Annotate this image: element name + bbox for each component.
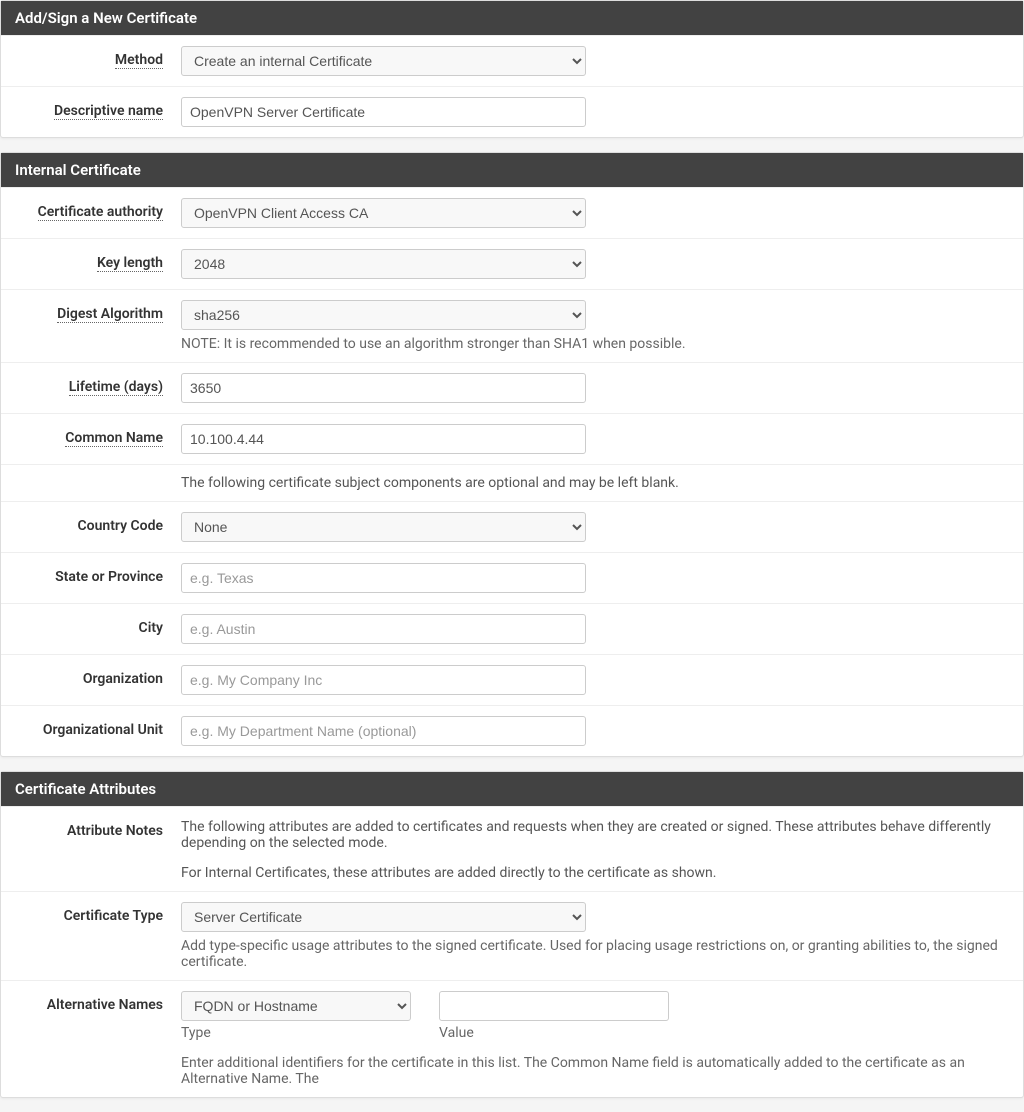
row-optional-intro: The following certificate subject compon…: [1, 464, 1023, 501]
label-ca: Certificate authority: [38, 204, 163, 221]
city-input[interactable]: [181, 614, 586, 644]
panel-cert-attributes: Certificate Attributes Attribute Notes T…: [0, 771, 1024, 1098]
attr-notes-p2: For Internal Certificates, these attribu…: [181, 865, 1009, 881]
altnames-help: Enter additional identifiers for the cer…: [181, 1055, 1009, 1087]
panel-header-add-sign: Add/Sign a New Certificate: [1, 1, 1023, 35]
row-country: Country Code None: [1, 501, 1023, 552]
org-input[interactable]: [181, 665, 586, 695]
row-city: City: [1, 603, 1023, 654]
row-lifetime: Lifetime (days): [1, 362, 1023, 413]
digest-select[interactable]: sha256: [181, 300, 586, 330]
keylen-select[interactable]: 2048: [181, 249, 586, 279]
altnames-value-item: Value: [439, 991, 669, 1041]
label-state: State or Province: [55, 569, 163, 585]
altname-value-input[interactable]: [439, 991, 669, 1021]
label-org: Organization: [83, 671, 163, 687]
label-country: Country Code: [78, 518, 164, 534]
lifetime-input[interactable]: [181, 373, 586, 403]
ca-select[interactable]: OpenVPN Client Access CA: [181, 198, 586, 228]
descriptive-name-input[interactable]: [181, 97, 586, 127]
row-ou: Organizational Unit: [1, 705, 1023, 756]
row-cert-type: Certificate Type Server Certificate Add …: [1, 891, 1023, 980]
altname-type-select[interactable]: FQDN or Hostname: [181, 991, 411, 1021]
altname-type-sublabel: Type: [181, 1025, 411, 1041]
row-state: State or Province: [1, 552, 1023, 603]
panel-header-attributes: Certificate Attributes: [1, 772, 1023, 806]
row-digest: Digest Algorithm sha256 NOTE: It is reco…: [1, 289, 1023, 362]
row-keylen: Key length 2048: [1, 238, 1023, 289]
label-cert-type: Certificate Type: [64, 908, 163, 924]
row-org: Organization: [1, 654, 1023, 705]
label-descriptive-name: Descriptive name: [54, 103, 163, 120]
label-cn: Common Name: [65, 430, 163, 447]
label-method: Method: [115, 52, 163, 69]
label-attr-notes: Attribute Notes: [67, 823, 163, 839]
cert-type-help: Add type-specific usage attributes to th…: [181, 938, 1009, 970]
label-altnames: Alternative Names: [47, 997, 163, 1013]
row-cn: Common Name: [1, 413, 1023, 464]
country-select[interactable]: None: [181, 512, 586, 542]
panel-internal-certificate: Internal Certificate Certificate authori…: [0, 152, 1024, 757]
altnames-type-item: FQDN or Hostname Type: [181, 991, 411, 1041]
row-attr-notes: Attribute Notes The following attributes…: [1, 806, 1023, 891]
altnames-group: FQDN or Hostname Type Value: [181, 991, 1009, 1041]
state-input[interactable]: [181, 563, 586, 593]
attr-notes-p1: The following attributes are added to ce…: [181, 819, 1009, 851]
ou-input[interactable]: [181, 716, 586, 746]
method-select[interactable]: Create an internal Certificate: [181, 46, 586, 76]
row-descriptive-name: Descriptive name: [1, 86, 1023, 137]
cn-input[interactable]: [181, 424, 586, 454]
optional-intro-text: The following certificate subject compon…: [181, 475, 1009, 491]
row-method: Method Create an internal Certificate: [1, 35, 1023, 86]
altname-value-sublabel: Value: [439, 1025, 669, 1041]
label-city: City: [139, 620, 163, 636]
label-keylen: Key length: [97, 255, 163, 272]
panel-header-internal: Internal Certificate: [1, 153, 1023, 187]
label-digest: Digest Algorithm: [57, 306, 163, 323]
cert-type-select[interactable]: Server Certificate: [181, 902, 586, 932]
digest-note: NOTE: It is recommended to use an algori…: [181, 336, 1009, 352]
row-altnames: Alternative Names FQDN or Hostname Type …: [1, 980, 1023, 1097]
label-ou: Organizational Unit: [43, 722, 163, 738]
row-ca: Certificate authority OpenVPN Client Acc…: [1, 187, 1023, 238]
label-lifetime: Lifetime (days): [69, 379, 163, 396]
panel-add-sign: Add/Sign a New Certificate Method Create…: [0, 0, 1024, 138]
